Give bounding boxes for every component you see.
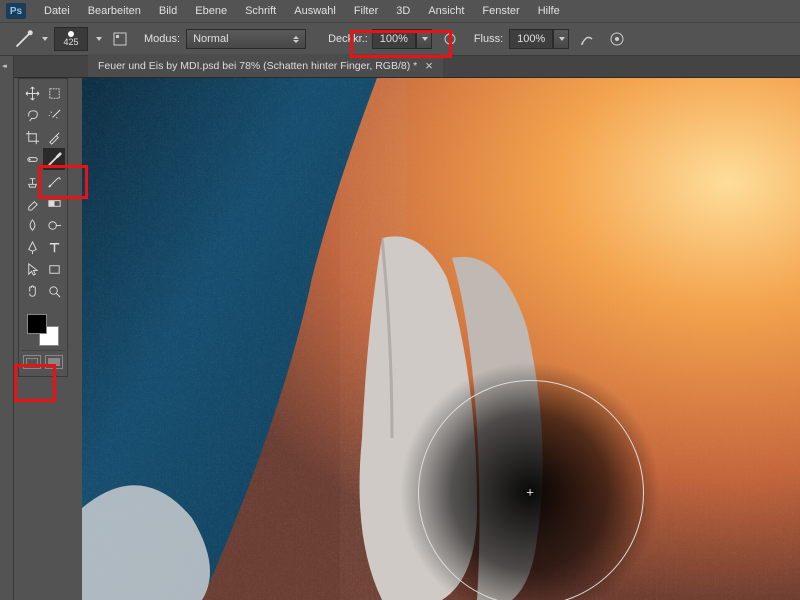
panel-collapse-strip[interactable]: [0, 56, 14, 600]
eyedropper-tool[interactable]: [43, 126, 65, 148]
brush-cursor-crosshair: +: [526, 485, 534, 500]
canvas-area[interactable]: +: [82, 78, 800, 600]
menu-view[interactable]: Ansicht: [420, 2, 472, 20]
opacity-label: Deckkr.:: [328, 33, 368, 45]
app-logo: Ps: [6, 3, 26, 19]
path-selection-tool[interactable]: [21, 258, 43, 280]
options-bar: 425 Modus: Normal Deckkr.: 100% Fluss: 1…: [0, 22, 800, 56]
marquee-tool[interactable]: [43, 82, 65, 104]
crop-tool[interactable]: [21, 126, 43, 148]
move-tool[interactable]: [21, 82, 43, 104]
menu-window[interactable]: Fenster: [474, 2, 527, 20]
menu-filter[interactable]: Filter: [346, 2, 386, 20]
close-icon[interactable]: ×: [425, 58, 433, 73]
brush-preset-picker[interactable]: 425: [54, 27, 88, 51]
standard-mode-button[interactable]: [23, 355, 41, 369]
flow-dropdown[interactable]: [553, 29, 569, 49]
color-swatches[interactable]: [27, 314, 59, 346]
document-tab-strip: Feuer und Eis by MDI.psd bei 78% (Schatt…: [0, 56, 800, 78]
history-brush-tool[interactable]: [43, 170, 65, 192]
menu-3d[interactable]: 3D: [388, 2, 418, 20]
hand-tool[interactable]: [21, 280, 43, 302]
brush-preset-arrow[interactable]: [96, 37, 102, 41]
menu-edit[interactable]: Bearbeiten: [80, 2, 149, 20]
rectangle-tool[interactable]: [43, 258, 65, 280]
quick-mask-button[interactable]: [45, 355, 63, 369]
current-tool-icon[interactable]: [14, 29, 34, 49]
eraser-tool[interactable]: [21, 192, 43, 214]
blend-mode-value: Normal: [193, 33, 228, 45]
opacity-input[interactable]: 100%: [372, 29, 416, 49]
brush-tool[interactable]: [43, 148, 65, 170]
type-tool[interactable]: [43, 236, 65, 258]
tablet-pressure-size-toggle[interactable]: [605, 29, 629, 49]
brush-size-value: 425: [63, 37, 78, 47]
flow-label: Fluss:: [474, 33, 503, 45]
airbrush-toggle[interactable]: [575, 29, 599, 49]
flow-input[interactable]: 100%: [509, 29, 553, 49]
dodge-tool[interactable]: [43, 214, 65, 236]
menu-bar: Ps Datei Bearbeiten Bild Ebene Schrift A…: [0, 0, 800, 22]
tools-panel: [18, 78, 68, 377]
foreground-color-swatch[interactable]: [27, 314, 47, 334]
document-tab-title: Feuer und Eis by MDI.psd bei 78% (Schatt…: [98, 60, 417, 72]
menu-select[interactable]: Auswahl: [286, 2, 344, 20]
blend-mode-select[interactable]: Normal: [186, 29, 306, 49]
healing-brush-tool[interactable]: [21, 148, 43, 170]
blur-tool[interactable]: [21, 214, 43, 236]
opacity-dropdown[interactable]: [416, 29, 432, 49]
gradient-tool[interactable]: [43, 192, 65, 214]
document-tab[interactable]: Feuer und Eis by MDI.psd bei 78% (Schatt…: [88, 54, 443, 77]
tool-preset-arrow[interactable]: [42, 37, 48, 41]
menu-help[interactable]: Hilfe: [530, 2, 568, 20]
menu-type[interactable]: Schrift: [237, 2, 284, 20]
pen-tool[interactable]: [21, 236, 43, 258]
menu-image[interactable]: Bild: [151, 2, 185, 20]
opacity-pressure-toggle[interactable]: [438, 29, 462, 49]
menu-layer[interactable]: Ebene: [187, 2, 235, 20]
magic-wand-tool[interactable]: [43, 104, 65, 126]
menu-file[interactable]: Datei: [36, 2, 78, 20]
zoom-tool[interactable]: [43, 280, 65, 302]
mode-label: Modus:: [144, 33, 180, 45]
brush-panel-toggle[interactable]: [108, 29, 132, 49]
lasso-tool[interactable]: [21, 104, 43, 126]
clone-stamp-tool[interactable]: [21, 170, 43, 192]
